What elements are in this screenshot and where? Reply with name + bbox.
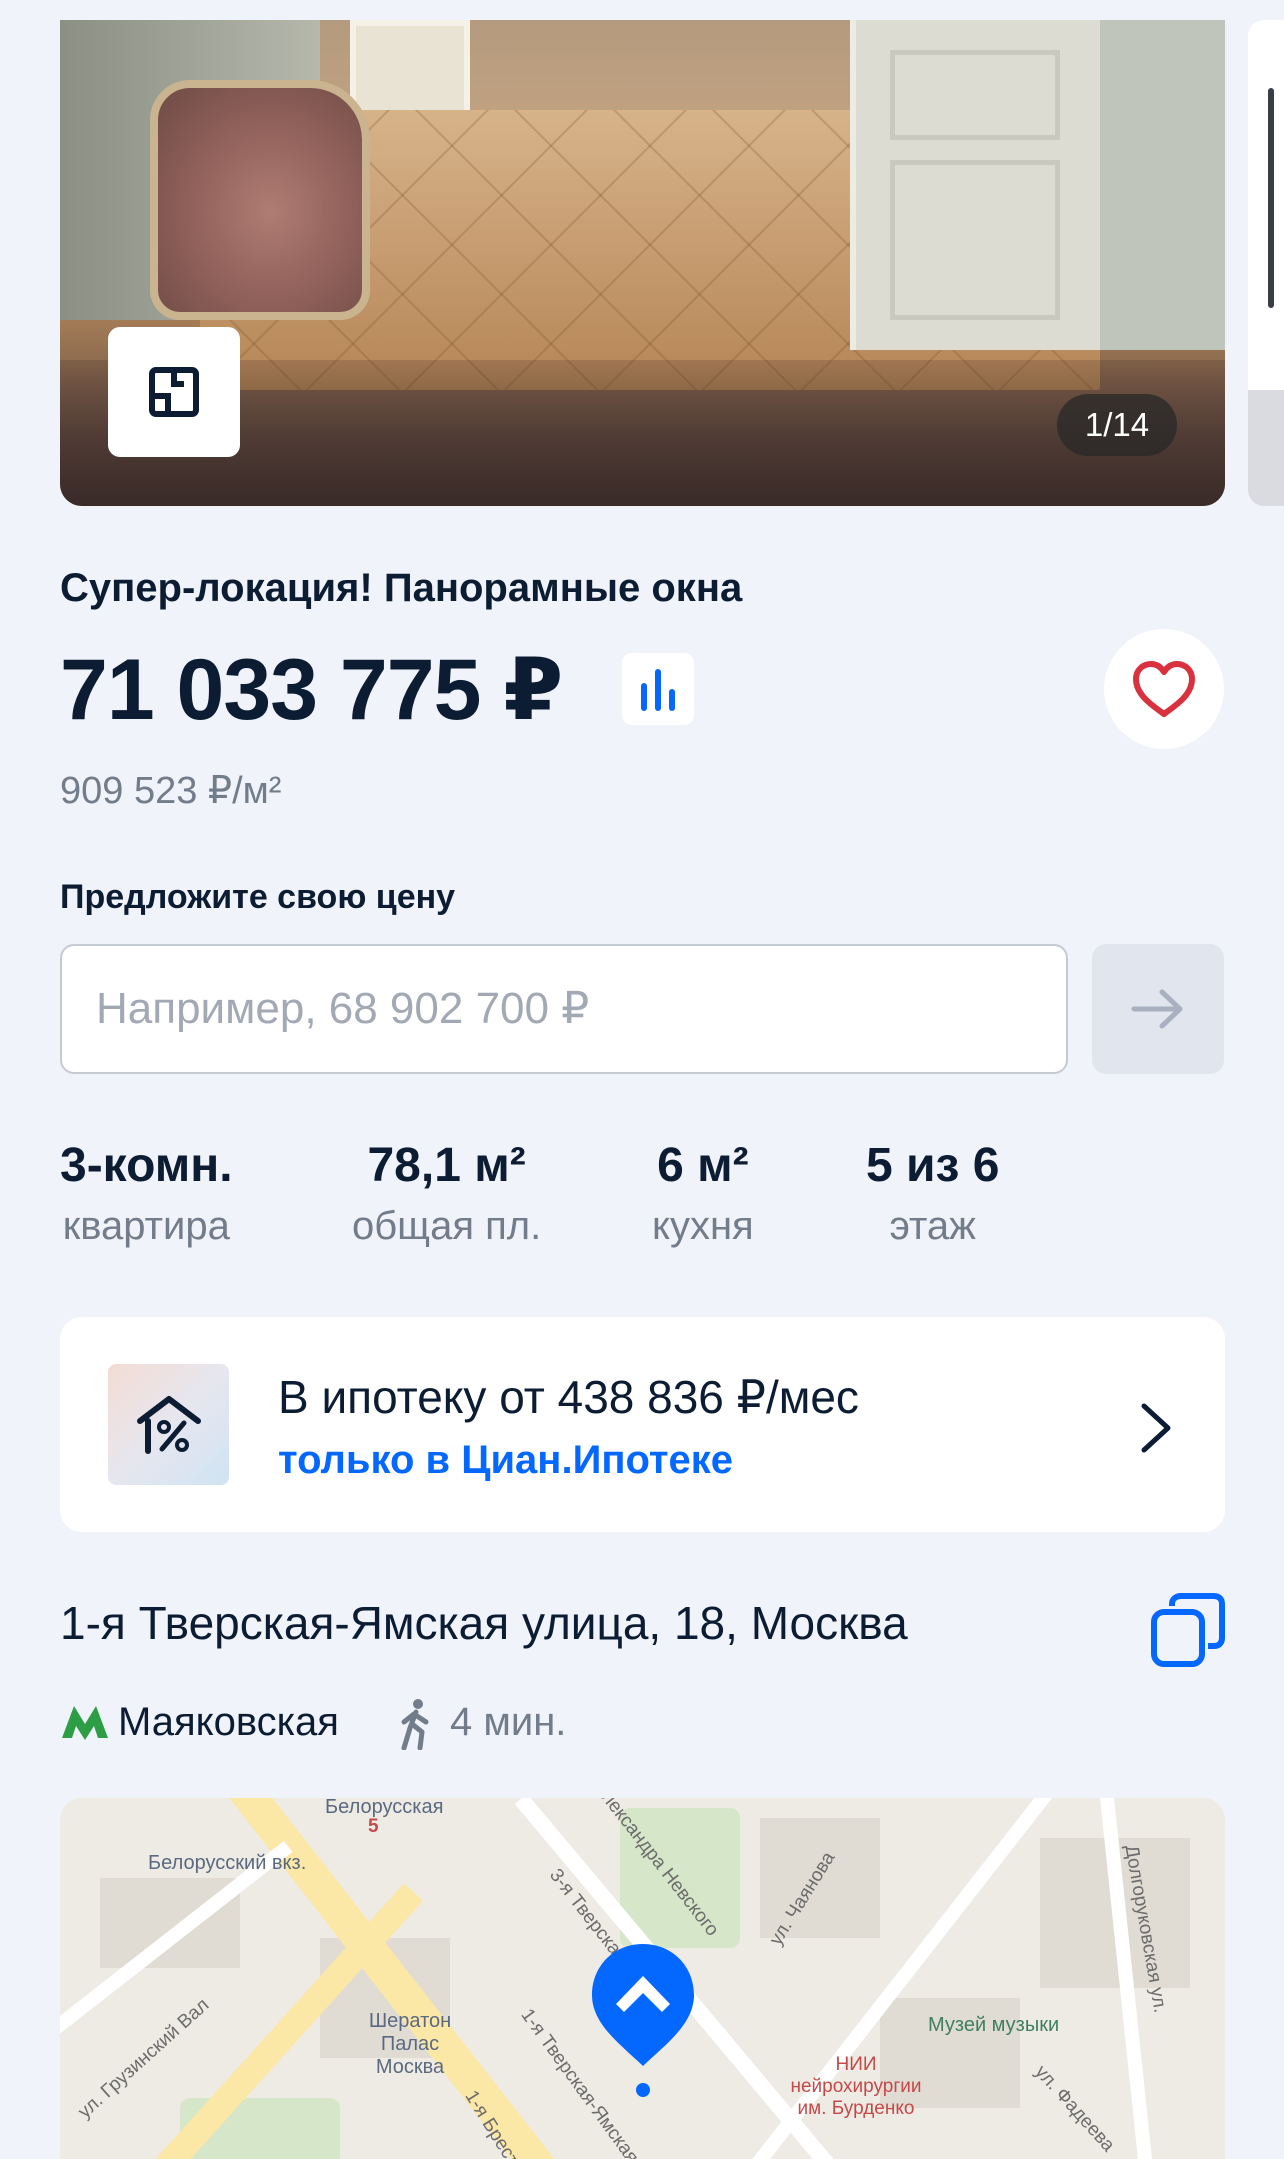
favorite-button[interactable]: [1104, 629, 1224, 749]
photo-wall: [1100, 20, 1225, 350]
floor-plan-button[interactable]: [108, 327, 240, 457]
address: 1-я Тверская-Ямская улица, 18, Москва: [60, 1597, 908, 1649]
fact-rooms: 3-комн. квартира: [60, 1138, 233, 1249]
mortgage-icon: [108, 1364, 229, 1485]
fact-value: 5 из 6: [866, 1139, 1000, 1192]
map-label-belorusskaya: Белорусская: [325, 1798, 444, 1818]
map-label-museum: Музей музыки: [928, 2014, 1060, 2036]
mortgage-card[interactable]: [60, 1317, 1225, 1532]
fact-value: 78,1 м²: [367, 1139, 526, 1192]
heart-icon: [1133, 661, 1195, 717]
offer-label: Предложите свою цену: [60, 878, 456, 916]
mortgage-subtitle[interactable]: только в Циан.Ипотеке: [278, 1438, 733, 1483]
map-label-station: Белорусский вкз.: [148, 1852, 307, 1874]
fact-kitchen: 6 м² кухня: [652, 1138, 754, 1249]
map-label-sheraton: Шератон Палас Москва: [368, 2010, 452, 2078]
listing-price: 71 033 775 ₽: [60, 642, 563, 738]
fact-value: 6 м²: [657, 1139, 749, 1192]
fact-label: этаж: [889, 1204, 976, 1248]
house-percent-icon: [136, 1395, 201, 1454]
fact-label: квартира: [62, 1204, 230, 1248]
chevron-right-icon: [1141, 1403, 1171, 1453]
photo-door-panel: [890, 50, 1060, 140]
bar-chart-icon: [641, 669, 675, 711]
metro-line-number: 5: [368, 1816, 379, 1837]
fact-label: общая пл.: [352, 1204, 542, 1248]
offer-submit-button[interactable]: [1092, 944, 1224, 1074]
photo-armchair: [150, 80, 370, 320]
location-pin-icon[interactable]: [586, 1940, 700, 2100]
next-photo-preview-shade: [1248, 390, 1284, 506]
offer-price-input[interactable]: [60, 944, 1068, 1074]
walk-time: 4 мин.: [450, 1700, 567, 1744]
floor-plan-icon: [149, 367, 199, 417]
price-history-button[interactable]: [622, 653, 694, 725]
fact-label: кухня: [652, 1204, 754, 1248]
map-label-nii: НИИ нейрохирургии им. Бурденко: [790, 2054, 922, 2119]
photo-counter: 1/14: [1057, 394, 1177, 456]
fact-area: 78,1 м² общая пл.: [352, 1138, 541, 1249]
fact-floor: 5 из 6 этаж: [866, 1138, 999, 1249]
arrow-right-icon: [1131, 989, 1183, 1029]
copy-address-icon[interactable]: [1148, 1590, 1228, 1670]
mortgage-title: В ипотеку от 438 836 ₽/мес: [278, 1371, 859, 1423]
fact-value: 3-комн.: [60, 1139, 233, 1192]
photo-door-panel: [890, 160, 1060, 320]
listing-title: Супер-локация! Панорамные окна: [60, 566, 743, 610]
metro-station[interactable]: Маяковская: [118, 1700, 339, 1745]
scrollbar[interactable]: [1268, 88, 1274, 308]
metro-icon: [62, 1706, 108, 1740]
price-per-meter: 909 523 ₽/м²: [60, 770, 282, 812]
walking-icon: [401, 1699, 429, 1750]
map-label-street: ул. Фадеева: [1030, 2061, 1119, 2156]
